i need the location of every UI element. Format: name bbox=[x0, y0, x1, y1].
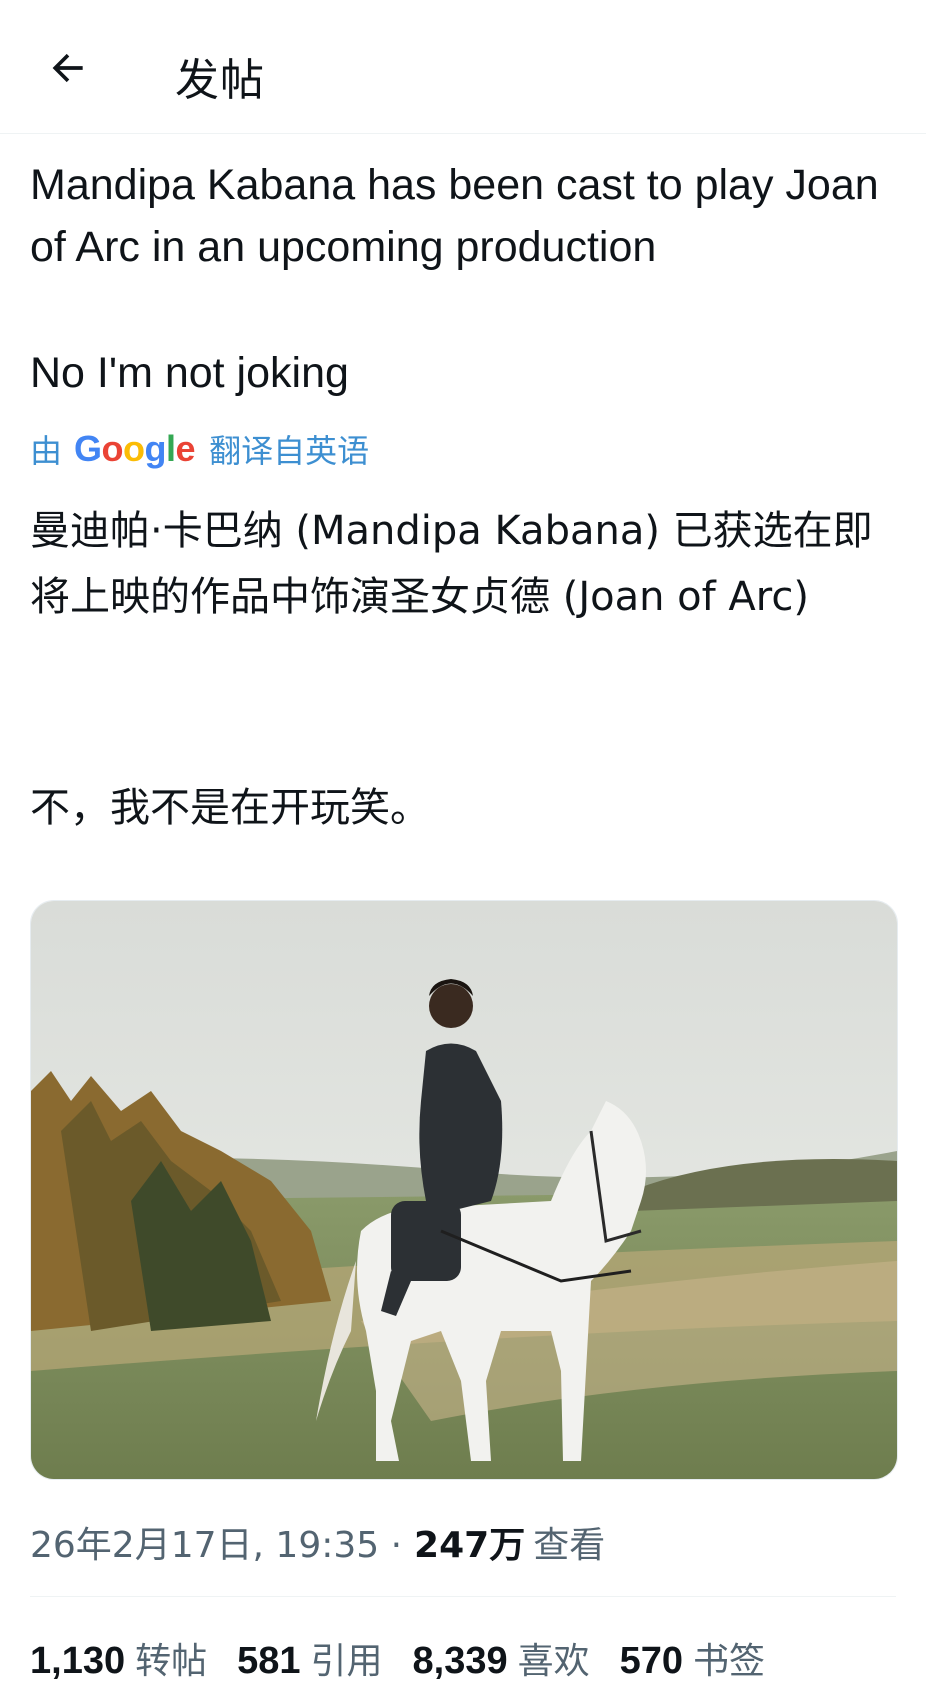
stat-reposts[interactable]: 1,130 转帖 bbox=[30, 1632, 207, 1684]
translated-text-line2: 不，我不是在开玩笑。 bbox=[30, 785, 430, 831]
translated-by-label: 由 bbox=[30, 432, 63, 470]
post-text: Mandipa Kabana has been cast to play Joa… bbox=[30, 161, 879, 271]
stat-count: 581 bbox=[237, 1640, 301, 1682]
translated-from-label: 翻译自英语 bbox=[209, 432, 370, 470]
stat-likes[interactable]: 8,339 喜欢 bbox=[413, 1632, 590, 1684]
horse-rider-photo bbox=[31, 901, 897, 1479]
post-image[interactable] bbox=[30, 900, 898, 1480]
top-bar: 发帖 bbox=[0, 0, 926, 134]
post-text-line2: No I'm not joking bbox=[30, 349, 349, 397]
stat-label: 转帖 bbox=[135, 1641, 208, 1682]
post-meta: 26年2月17日, 19:35 · 247万 查看 bbox=[30, 1516, 605, 1568]
stat-quotes[interactable]: 581 引用 bbox=[237, 1632, 382, 1684]
stat-bookmarks[interactable]: 570 书签 bbox=[620, 1632, 765, 1684]
arrow-left-icon bbox=[52, 53, 83, 83]
stat-label: 书签 bbox=[693, 1641, 766, 1682]
back-button[interactable] bbox=[36, 36, 100, 100]
page-title: 发帖 bbox=[175, 55, 265, 106]
translated-text: 曼迪帕·卡巴纳 (Mandipa Kabana) 已获选在即将上映的作品中饰演圣… bbox=[30, 508, 873, 620]
stat-count: 1,130 bbox=[30, 1640, 126, 1682]
stat-count: 8,339 bbox=[412, 1640, 508, 1682]
translation-attribution[interactable]: 由 Google 翻译自英语 bbox=[30, 424, 369, 474]
views-label: 查看 bbox=[533, 1525, 606, 1566]
divider bbox=[30, 1596, 896, 1597]
stat-label: 喜欢 bbox=[517, 1641, 590, 1682]
post-timestamp[interactable]: 26年2月17日, 19:35 · bbox=[30, 1516, 402, 1568]
stat-label: 引用 bbox=[310, 1641, 383, 1682]
google-logo: Google bbox=[74, 428, 196, 469]
engagement-stats: 1,130 转帖 581 引用 8,339 喜欢 570 书签 bbox=[30, 1632, 795, 1684]
stat-count: 570 bbox=[619, 1640, 684, 1682]
views-count: 247万 bbox=[414, 1525, 526, 1566]
